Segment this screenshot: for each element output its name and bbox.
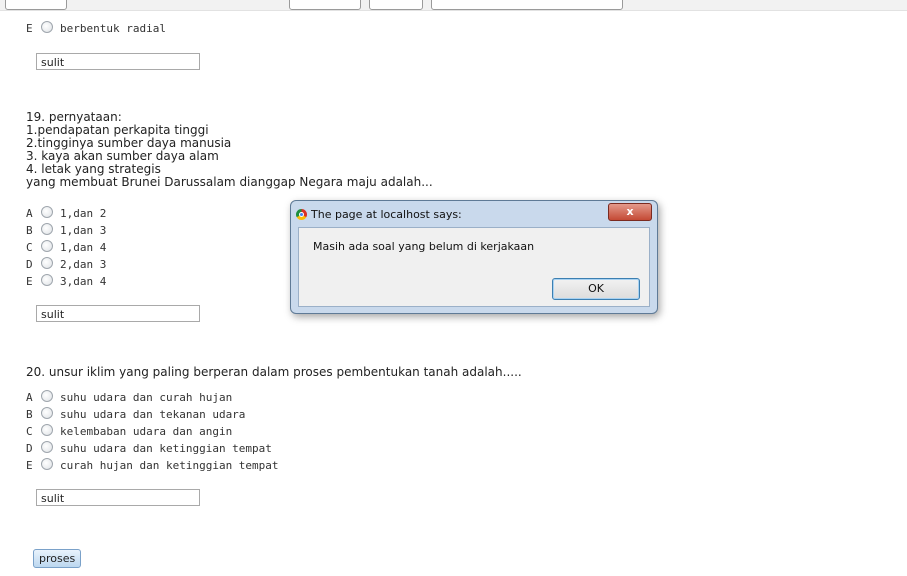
- q18-option-e[interactable]: Eberbentuk radial: [26, 21, 166, 37]
- top-toolbar-strip: [0, 0, 907, 11]
- cut-off-control: [431, 0, 623, 10]
- radio-button[interactable]: [41, 407, 53, 419]
- question-line: yang membuat Brunei Darussalam dianggap …: [26, 175, 433, 189]
- option-letter: B: [26, 408, 33, 421]
- proses-button[interactable]: proses: [33, 549, 82, 568]
- option-letter: E: [26, 22, 33, 35]
- dialog-message: Masih ada soal yang belum di kerjakaan: [313, 240, 535, 253]
- q18-difficulty-input[interactable]: sulit: [36, 53, 200, 70]
- q20-question: 20. unsur iklim yang paling berperan dal…: [26, 365, 522, 379]
- option-text: kelembaban udara dan angin: [60, 425, 233, 438]
- q20-difficulty-input[interactable]: sulit: [36, 489, 200, 506]
- q20-option-d[interactable]: Dsuhu udara dan ketinggian tempat: [26, 441, 272, 457]
- radio-button[interactable]: [41, 441, 53, 453]
- q20-option-b[interactable]: Bsuhu udara dan tekanan udara: [26, 407, 245, 423]
- q19-option-b[interactable]: B 1,dan 3: [26, 223, 106, 239]
- dialog-body: Masih ada soal yang belum di kerjakaan O…: [298, 227, 650, 307]
- q20-option-c[interactable]: Ckelembaban udara dan angin: [26, 424, 232, 440]
- dialog-title: The page at localhost says:: [311, 208, 462, 221]
- option-letter: D: [26, 442, 33, 455]
- option-text: curah hujan dan ketinggian tempat: [60, 459, 279, 472]
- radio-button[interactable]: [41, 274, 53, 286]
- q19-option-e[interactable]: E 3,dan 4: [26, 274, 106, 290]
- option-text: 2,dan 3: [60, 258, 107, 271]
- close-button[interactable]: x: [608, 203, 652, 221]
- alert-dialog: The page at localhost says: x Masih ada …: [290, 200, 658, 314]
- q19-option-d[interactable]: D 2,dan 3: [26, 257, 106, 273]
- option-text: 1,dan 4: [60, 241, 107, 254]
- chrome-icon: [296, 209, 307, 220]
- option-text: berbentuk radial: [60, 22, 166, 35]
- radio-button[interactable]: [41, 390, 53, 402]
- radio-button[interactable]: [41, 424, 53, 436]
- option-letter: C: [26, 425, 33, 438]
- option-letter: A: [26, 207, 33, 220]
- option-text: suhu udara dan ketinggian tempat: [60, 442, 272, 455]
- radio-button[interactable]: [41, 21, 53, 33]
- q20-option-e[interactable]: Ecurah hujan dan ketinggian tempat: [26, 458, 279, 474]
- radio-button[interactable]: [41, 240, 53, 252]
- option-text: 3,dan 4: [60, 275, 107, 288]
- option-text: 1,dan 2: [60, 207, 107, 220]
- option-text: suhu udara dan tekanan udara: [60, 408, 246, 421]
- cut-off-control: [289, 0, 361, 10]
- radio-button[interactable]: [41, 223, 53, 235]
- q19-option-a[interactable]: A 1,dan 2: [26, 206, 106, 222]
- q19-option-c[interactable]: C 1,dan 4: [26, 240, 106, 256]
- option-letter: D: [26, 258, 33, 271]
- radio-button[interactable]: [41, 206, 53, 218]
- q19-difficulty-input[interactable]: sulit: [36, 305, 200, 322]
- option-letter: E: [26, 275, 33, 288]
- option-letter: C: [26, 241, 33, 254]
- option-text: suhu udara dan curah hujan: [60, 391, 233, 404]
- option-text: 1,dan 3: [60, 224, 107, 237]
- cut-off-control: [369, 0, 423, 10]
- option-letter: B: [26, 224, 33, 237]
- cut-off-control: [5, 0, 67, 10]
- option-letter: A: [26, 391, 33, 404]
- option-letter: E: [26, 459, 33, 472]
- ok-button[interactable]: OK: [552, 278, 640, 300]
- q19-question: 19. pernyataan: 1.pendapatan perkapita t…: [26, 111, 433, 189]
- q20-option-a[interactable]: Asuhu udara dan curah hujan: [26, 390, 232, 406]
- radio-button[interactable]: [41, 458, 53, 470]
- radio-button[interactable]: [41, 257, 53, 269]
